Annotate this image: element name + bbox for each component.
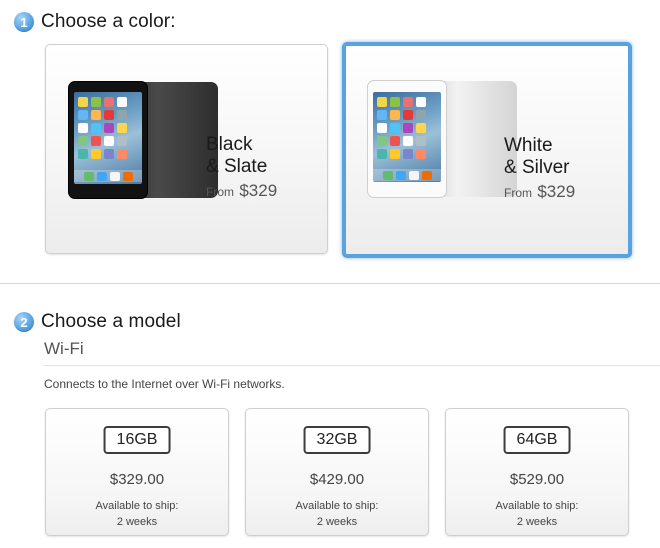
model-price: $429.00: [309, 471, 365, 488]
color-name-line-2: & Slate: [206, 156, 268, 177]
ipad-mini-white-image: [367, 80, 517, 198]
price-value: $329: [239, 181, 278, 200]
shipping-info: Available to ship: 2 weeks: [446, 498, 628, 530]
color-name-line-1: Black: [206, 134, 253, 155]
step-1-title: Choose a color:: [41, 11, 176, 32]
shipping-time: 2 weeks: [316, 516, 358, 528]
step-number-badge: 1: [14, 12, 34, 32]
model-price: $529.00: [509, 471, 565, 488]
shipping-label: Available to ship:: [295, 500, 379, 512]
step-1-heading: 1 Choose a color:: [14, 11, 176, 33]
model-option-16gb[interactable]: 16GB $329.00 Available to ship: 2 weeks: [45, 408, 229, 536]
shipping-info: Available to ship: 2 weeks: [246, 498, 428, 530]
color-option-white-silver[interactable]: White & Silver From $329: [342, 42, 632, 258]
model-group-divider: [44, 365, 660, 366]
step-2-title: Choose a model: [41, 311, 181, 332]
model-option-64gb[interactable]: 64GB $529.00 Available to ship: 2 weeks: [445, 408, 629, 536]
capacity-label: 64GB: [503, 426, 571, 454]
step-number-badge: 2: [14, 312, 34, 332]
color-name-line-1: White: [504, 135, 553, 156]
color-price: From $329: [504, 182, 575, 202]
shipping-time: 2 weeks: [516, 516, 558, 528]
model-group-title: Wi-Fi: [44, 339, 84, 358]
capacity-label: 16GB: [103, 426, 171, 454]
shipping-label: Available to ship:: [495, 500, 579, 512]
shipping-time: 2 weeks: [116, 516, 158, 528]
shipping-info: Available to ship: 2 weeks: [46, 498, 228, 530]
model-option-32gb[interactable]: 32GB $429.00 Available to ship: 2 weeks: [245, 408, 429, 536]
color-name-line-2: & Silver: [504, 157, 570, 178]
section-divider: [0, 283, 660, 284]
price-value: $329: [537, 182, 576, 201]
step-2-heading: 2 Choose a model: [14, 311, 181, 333]
from-label: From: [504, 186, 532, 200]
ipad-mini-black-image: [68, 81, 218, 199]
shipping-label: Available to ship:: [95, 500, 179, 512]
color-name: White & Silver: [504, 135, 569, 179]
color-option-black-slate[interactable]: Black & Slate From $329: [45, 44, 328, 254]
color-price: From $329: [206, 181, 277, 201]
from-label: From: [206, 185, 234, 199]
capacity-label: 32GB: [303, 426, 371, 454]
color-name: Black & Slate: [206, 134, 267, 178]
model-group-description: Connects to the Internet over Wi-Fi netw…: [44, 377, 285, 391]
model-price: $329.00: [109, 471, 165, 488]
